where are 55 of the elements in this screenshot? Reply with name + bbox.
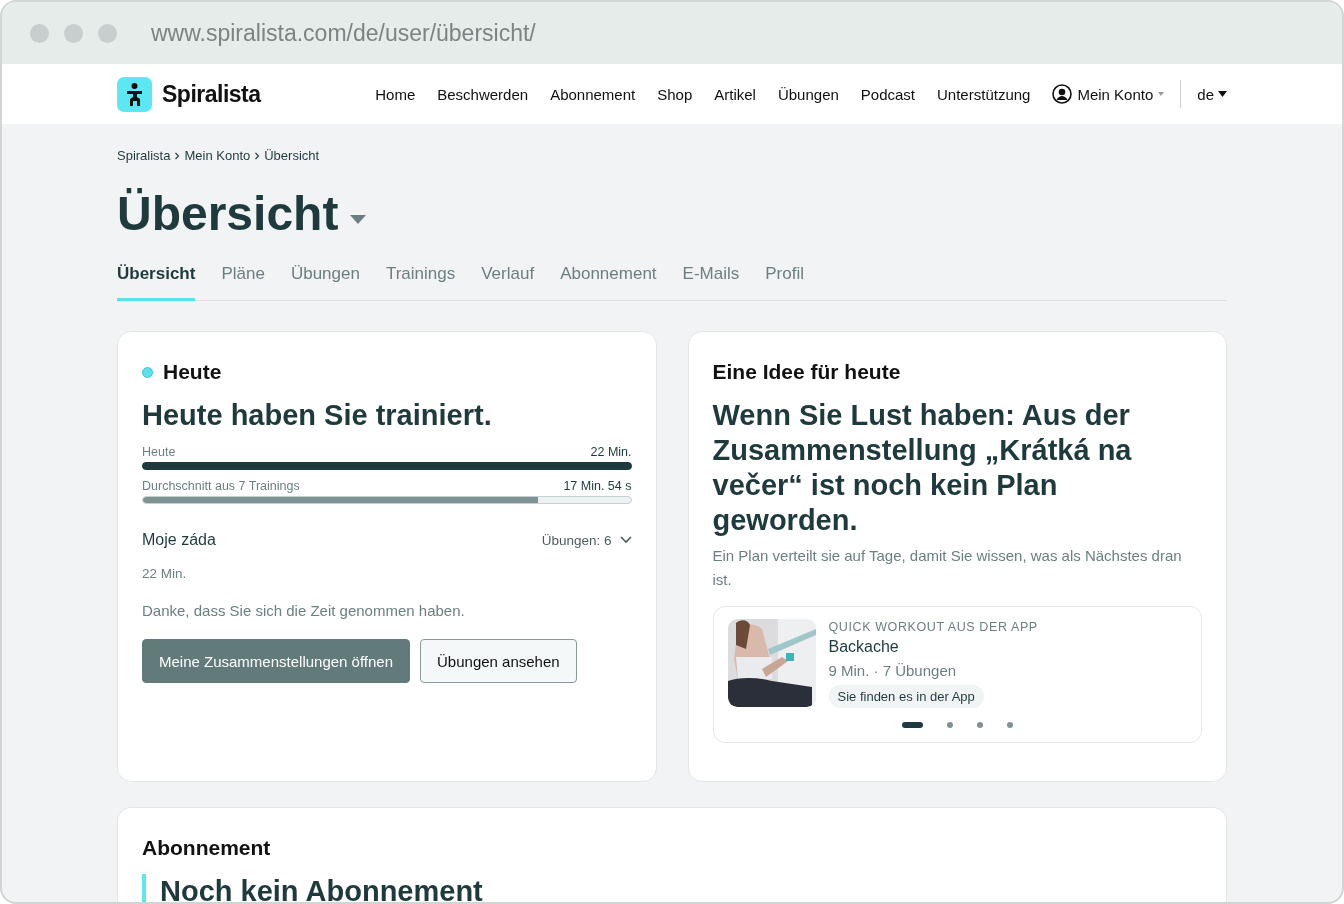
- breadcrumb-link[interactable]: Übersicht: [264, 148, 320, 164]
- nav-link[interactable]: Home: [375, 85, 416, 103]
- bar-reading: 22 Min.: [590, 445, 632, 459]
- carousel-dot[interactable]: [946, 722, 953, 728]
- carousel-dot[interactable]: [1006, 722, 1013, 728]
- logo-text[interactable]: Spiralista: [162, 80, 261, 108]
- nav-link[interactable]: Shop: [657, 85, 693, 103]
- nav-link[interactable]: Artikel: [714, 85, 756, 103]
- card-title: Eine Idee für heute: [712, 360, 902, 384]
- tab[interactable]: Verlauf: [481, 264, 535, 301]
- nav-link[interactable]: Abonnement: [550, 85, 636, 103]
- breadcrumb-link[interactable]: Mein Konto: [184, 148, 251, 164]
- session-name: Moje záda: [142, 531, 216, 549]
- tab[interactable]: Profil: [765, 264, 804, 301]
- workout-card[interactable]: QUICK WORKOUT AUS DER APP Backache 9 Min. · 7 Übungen Sie finden es in der App: [712, 606, 1202, 743]
- page-title: Übersicht: [117, 186, 339, 242]
- tab[interactable]: E-Mails: [682, 264, 740, 301]
- thanks-message: Danke, dass Sie sich die Zeit genommen haben.: [142, 602, 466, 619]
- logo-icon[interactable]: [117, 76, 152, 112]
- workout-meta: 9 Min. · 7 Übungen: [828, 662, 958, 679]
- tab[interactable]: Übersicht: [117, 264, 196, 301]
- tab[interactable]: Übungen: [290, 264, 360, 301]
- view-exercises-button[interactable]: Übungen ansehen: [420, 639, 577, 683]
- tab[interactable]: Abonnement: [560, 264, 657, 301]
- workout-eyebrow: QUICK WORKOUT AUS DER APP: [828, 620, 1038, 634]
- nav-link[interactable]: Beschwerden: [437, 85, 529, 103]
- card-headline: Wenn Sie Lust haben: Aus der Zusammenstellung „Krátká na večer“ ist noch kein Plan geworden.: [712, 398, 1133, 538]
- caret-icon[interactable]: [350, 214, 367, 224]
- bar-label: Heute: [142, 445, 176, 459]
- breadcrumb-link[interactable]: Spiralista: [117, 148, 171, 164]
- tab[interactable]: Pläne: [221, 264, 265, 301]
- nav-link[interactable]: Übungen: [777, 85, 839, 103]
- exercise-count[interactable]: Übungen: 6: [541, 532, 612, 548]
- open-collections-button[interactable]: Meine Zusammenstellungen öffnen: [142, 639, 411, 683]
- user-icon: [1052, 84, 1073, 104]
- nav-link[interactable]: Unterstützung: [937, 85, 1031, 103]
- status-dot: [142, 366, 153, 378]
- account-menu[interactable]: Mein Konto: [1077, 85, 1154, 103]
- session-duration: 22 Min.: [142, 566, 188, 581]
- carousel-dot[interactable]: [976, 722, 983, 728]
- card-title: Abonnement: [142, 836, 272, 860]
- bar-label: Durchschnitt aus 7 Trainings: [142, 479, 300, 493]
- app-tag: Sie finden es in der App: [828, 685, 984, 708]
- language-menu[interactable]: de: [1197, 85, 1214, 103]
- workout-name: Backache: [828, 638, 900, 656]
- caret-icon: [1158, 92, 1165, 96]
- nav-link[interactable]: Podcast: [860, 85, 916, 103]
- tab[interactable]: Trainings: [385, 264, 456, 301]
- caret-icon: [1218, 91, 1227, 97]
- card-headline: Noch kein Abonnement: [142, 874, 1202, 902]
- chevron-icon[interactable]: [619, 536, 632, 544]
- card-description: Ein Plan verteilt sie auf Tage, damit Sie wissen, was als Nächstes dran ist.: [712, 546, 1183, 590]
- bar-reading: 17 Min. 54 s: [563, 479, 632, 493]
- card-title: Heute: [163, 360, 222, 384]
- card-headline: Heute haben Sie trainiert.: [142, 398, 493, 433]
